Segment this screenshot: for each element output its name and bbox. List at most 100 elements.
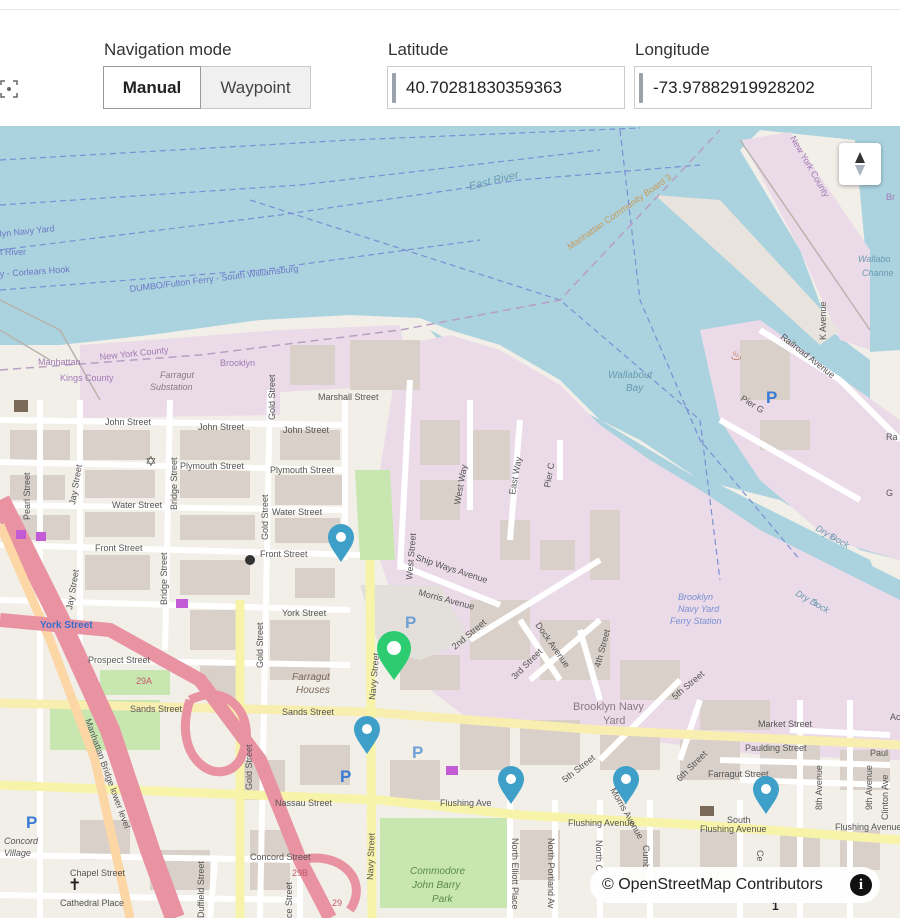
label-farragut-houses-1: Farragut [292, 672, 331, 683]
label-north-portland: North Portland Av [546, 838, 556, 909]
svg-text:P: P [340, 767, 351, 786]
label-york-st-2: York Street [282, 608, 327, 618]
label-paul: Paul [870, 748, 888, 758]
label-commodore-2: John Barry [411, 880, 461, 891]
label-clinton-ave: Clinton Ave [880, 775, 890, 820]
label-ce-street: ce Street [284, 881, 294, 918]
svg-text:✝: ✝ [68, 877, 81, 894]
latitude-label: Latitude [388, 40, 449, 59]
svg-text:P: P [412, 743, 423, 762]
label-farragut-st: Farragut Street [708, 769, 769, 779]
label-ferry-2: Navy Yard [678, 604, 720, 614]
svg-text:P: P [405, 613, 416, 632]
longitude-label: Longitude [635, 40, 710, 59]
label-manhattan: Manhattan [38, 357, 81, 367]
attribution-text[interactable]: © OpenStreetMap Contributors [602, 876, 823, 894]
label-k-avenue: K Avenue [818, 302, 828, 340]
label-cathedral-pl: Cathedral Place [60, 898, 124, 908]
label-flushing-ave-2: Flushing Avenue [700, 824, 766, 834]
label-john-st-2: John Street [198, 422, 245, 432]
label-nassau-st: Nassau Street [275, 798, 333, 808]
label-gold-st-4: Gold Street [244, 744, 254, 790]
label-sands-st-1: Sands Street [130, 704, 183, 714]
longitude-field-accent [639, 72, 643, 103]
navigation-toolbar: Navigation mode Manual Waypoint Latitude… [0, 10, 900, 126]
label-substation: Substation [150, 382, 193, 392]
label-front-st-1: Front Street [95, 543, 143, 553]
label-south: South [727, 815, 751, 825]
label-kings-county: Kings County [60, 373, 114, 383]
label-bay: Bay [626, 383, 644, 394]
label-north-elliott: North Elliott Place [510, 838, 520, 910]
label-front-st-2: Front Street [260, 549, 308, 559]
label-paulding-st: Paulding Street [745, 743, 807, 753]
svg-text:✡: ✡ [145, 453, 157, 469]
label-commodore-3: Park [432, 894, 454, 905]
label-concord-st: Concord Street [250, 852, 311, 862]
label-29: 29 [332, 898, 342, 908]
label-bridge-st-2: Bridge Street [159, 552, 169, 605]
label-9th-ave: 9th Avenue [864, 765, 874, 810]
label-cumb: Cumb [641, 845, 651, 869]
label-water-st-1: Water Street [112, 500, 163, 510]
svg-text:♨: ♨ [730, 347, 743, 363]
label-gold-st-3: Gold Street [255, 622, 265, 668]
latitude-value[interactable]: 40.70281830359363 [406, 78, 562, 98]
map-view[interactable]: ✡ P P P P P ✝ ♨ East River Manhattan Com… [0, 126, 900, 918]
label-concord: Concord [4, 836, 39, 846]
label-water-st-2: Water Street [272, 507, 323, 517]
label-flushing-ave-1: Flushing Avenue [568, 818, 634, 828]
label-john-st-1: John Street [105, 417, 152, 427]
label-navy-st-2: Navy Street [365, 832, 377, 880]
navigation-mode-label: Navigation mode [104, 40, 232, 59]
label-gold-st-1: Gold Street [267, 374, 277, 420]
compass-button[interactable] [839, 143, 881, 185]
label-pearl-st: Pearl Street [22, 472, 32, 520]
manual-mode-button[interactable]: Manual [103, 66, 201, 109]
label-wallabout: Wallabout [608, 370, 654, 381]
info-icon[interactable]: i [850, 874, 872, 896]
longitude-field[interactable]: -73.97882919928202 [634, 66, 872, 109]
label-market-st: Market Street [758, 719, 813, 729]
svg-text:P: P [766, 388, 777, 407]
label-ferry-3: Ferry Station [670, 616, 722, 626]
label-farragut-sub: Farragut [160, 370, 195, 380]
map-canvas[interactable]: ✡ P P P P P ✝ ♨ East River Manhattan Com… [0, 126, 900, 918]
label-john-st-3: John Street [283, 425, 330, 435]
waypoint-mode-button[interactable]: Waypoint [201, 66, 311, 109]
label-plymouth-st-2: Plymouth Street [270, 465, 335, 475]
label-ra: Ra [886, 432, 898, 442]
label-commodore-1: Commodore [410, 866, 465, 877]
label-br: Br [886, 192, 895, 202]
compass-icon [855, 152, 865, 176]
top-divider [0, 0, 900, 10]
label-sands-st-2: Sands Street [282, 707, 335, 717]
label-29a: 29A [136, 676, 152, 686]
recenter-icon[interactable] [0, 80, 18, 98]
label-8th-ave: 8th Avenue [814, 765, 824, 810]
label-dock-5-num: 5 [813, 598, 818, 608]
label-29b: 29B [292, 868, 308, 878]
label-ferry-1: Brooklyn [678, 592, 713, 602]
label-york-st-1: York Street [40, 620, 93, 631]
label-g: G [886, 488, 893, 498]
label-flushing-ave-3: Flushing Avenue [835, 822, 900, 832]
label-yard: Yard [603, 715, 625, 727]
svg-text:P: P [26, 813, 37, 832]
latitude-field[interactable]: 40.70281830359363 [387, 66, 625, 109]
longitude-value[interactable]: -73.97882919928202 [653, 78, 815, 98]
label-dock-6-num: 6 [830, 532, 835, 542]
label-marshall-st: Marshall Street [318, 392, 379, 402]
label-ac: Ac [890, 712, 900, 722]
label-bridge-st-1: Bridge Street [169, 457, 179, 510]
label-brooklyn-navy: Brooklyn Navy [573, 701, 644, 713]
label-brooklyn: Brooklyn [220, 358, 255, 368]
label-farragut-houses-2: Houses [296, 685, 330, 696]
label-flushing-ave-4: Flushing Ave [440, 798, 491, 808]
label-duffield: Duffield Street [196, 861, 206, 918]
label-plymouth-st-1: Plymouth Street [180, 461, 245, 471]
label-chapel-st: Chapel Street [70, 868, 126, 878]
label-t-river: t River [0, 247, 26, 257]
latitude-field-accent [392, 72, 396, 103]
map-attribution: © OpenStreetMap Contributors i [590, 867, 880, 903]
